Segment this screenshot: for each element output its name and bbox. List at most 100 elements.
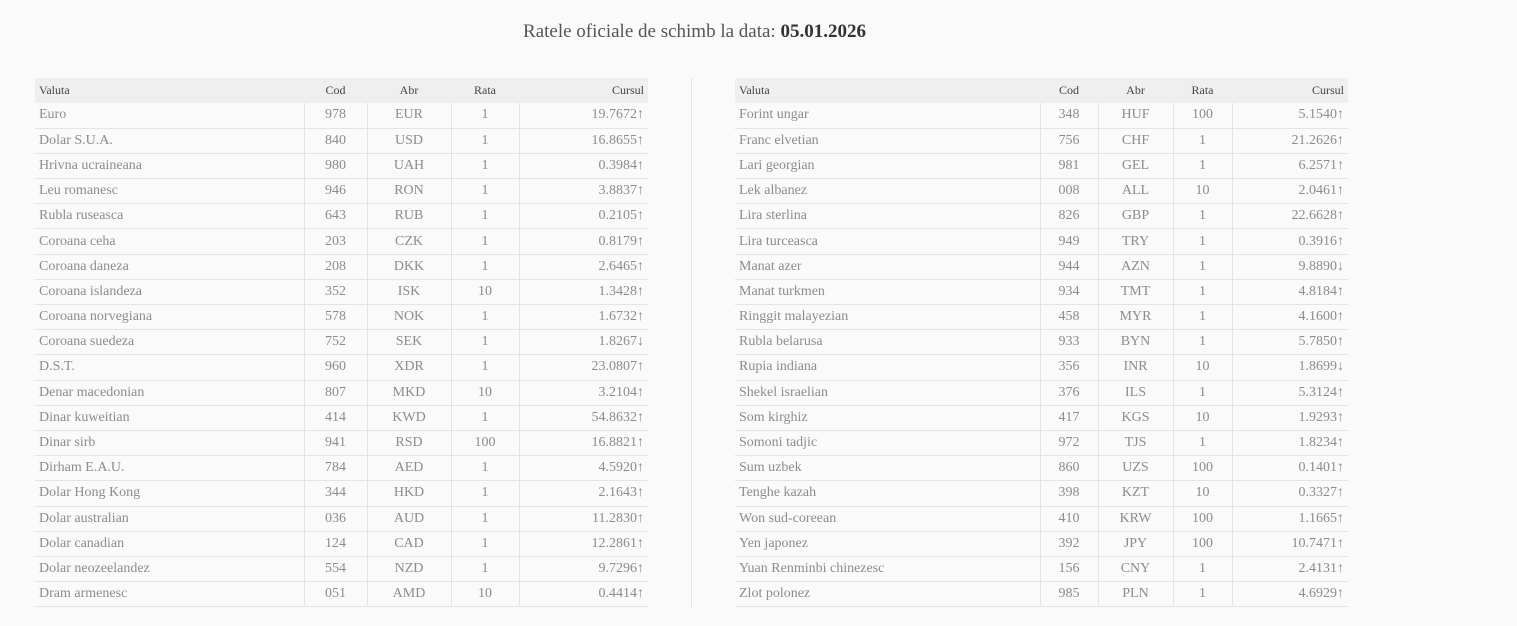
cell-cursul: 54.8632↑ (591, 409, 645, 425)
cell-cod: 752 (304, 329, 368, 355)
cell-abr: RUB (367, 203, 452, 229)
table-row: Sum uzbek 860 UZS 100 0.1401↑ (735, 455, 1348, 481)
cell-rata: 1 (451, 455, 520, 481)
cell-cursul: 9.8890↓ (1298, 258, 1345, 274)
table-header-row: Valuta Cod Abr Rata Cursul (35, 78, 648, 103)
cell-cod: 208 (304, 254, 368, 280)
table-row: Rubla belarusa 933 BYN 1 5.7850↑ (735, 329, 1348, 355)
table-header-row: Valuta Cod Abr Rata Cursul (735, 78, 1348, 103)
cell-rata: 10 (451, 279, 520, 305)
cell-abr: JPY (1098, 531, 1174, 557)
cell-cod: 985 (1040, 581, 1099, 607)
cell-cod: 156 (1040, 556, 1099, 582)
cell-cod: 376 (1040, 380, 1099, 406)
cell-valuta: Lira sterlina (735, 203, 1041, 229)
cell-abr: HKD (367, 480, 452, 506)
cell-cod: 949 (1040, 228, 1099, 255)
cell-rata: 10 (451, 380, 520, 406)
cell-cod: 398 (1040, 480, 1099, 506)
header-rata[interactable]: Rata (1173, 78, 1232, 103)
cell-rata: 1 (1173, 556, 1233, 582)
table-row: Som kirghiz 417 KGS 10 1.9293↑ (735, 405, 1348, 431)
cell-abr: EUR (367, 103, 452, 129)
cell-cod: 051 (304, 581, 368, 607)
title-date: 05.01.2026 (780, 21, 866, 42)
cell-rata: 10 (1173, 480, 1233, 506)
cell-valuta: Dolar neozeelandez (35, 556, 305, 582)
cell-valuta: Som kirghiz (735, 405, 1041, 431)
page: Ratele oficiale de schimb la data: 05.01… (0, 0, 1517, 626)
cell-abr: TRY (1098, 228, 1174, 255)
cell-valuta: Manat turkmen (735, 279, 1041, 305)
header-abr[interactable]: Abr (1098, 78, 1173, 103)
cell-valuta: Manat azer (735, 254, 1041, 280)
cell-abr: SEK (367, 329, 452, 355)
table-row: Dolar neozeelandez 554 NZD 1 9.7296↑ (35, 556, 648, 582)
cell-cursul: 2.4131↑ (1298, 560, 1345, 576)
cell-cursul: 22.6628↑ (1291, 208, 1345, 224)
cell-cursul: 10.7471↑ (1291, 535, 1345, 551)
table-row: Lek albanez 008 ALL 10 2.0461↑ (735, 178, 1348, 204)
cell-cursul: 3.8837↑ (598, 183, 645, 199)
cell-cod: 417 (1040, 405, 1099, 431)
cell-cursul: 9.7296↑ (598, 560, 645, 576)
table-row: Zlot polonez 985 PLN 1 4.6929↑ (735, 581, 1348, 607)
cell-cursul: 16.8655↑ (591, 132, 645, 148)
cell-cursul: 1.6732↑ (598, 309, 645, 325)
cell-abr: HUF (1098, 103, 1174, 129)
page-title: Ratele oficiale de schimb la data: 05.01… (0, 21, 1389, 43)
cell-cursul: 23.0807↑ (591, 359, 645, 375)
header-abr[interactable]: Abr (367, 78, 451, 103)
cell-rata: 1 (1173, 279, 1233, 305)
cell-rata: 1 (451, 329, 520, 355)
cell-cursul: 0.2105↑ (598, 208, 645, 224)
cell-abr: TJS (1098, 430, 1174, 456)
cell-cod: 414 (304, 405, 368, 431)
cell-rata: 1 (451, 228, 520, 255)
cell-rata: 10 (1173, 405, 1233, 431)
cell-valuta: Zlot polonez (735, 581, 1041, 607)
table-row: Denar macedonian 807 MKD 10 3.2104↑ (35, 380, 648, 406)
cell-abr: AZN (1098, 254, 1174, 280)
cell-rata: 100 (1173, 531, 1233, 557)
cell-valuta: Rupia indiana (735, 354, 1041, 381)
cell-valuta: Yen japonez (735, 531, 1041, 557)
cell-cursul: 12.2861↑ (591, 535, 645, 551)
cell-cursul: 0.3984↑ (598, 157, 645, 173)
cell-rata: 1 (451, 531, 520, 557)
table-row: Rubla ruseasca 643 RUB 1 0.2105↑ (35, 203, 648, 229)
table-row: Dirham E.A.U. 784 AED 1 4.5920↑ (35, 455, 648, 481)
cell-cod: 554 (304, 556, 368, 582)
cell-rata: 1 (451, 128, 520, 154)
cell-rata: 1 (451, 178, 520, 204)
column-divider (691, 78, 692, 608)
cell-cursul: 0.3916↑ (1298, 233, 1345, 249)
header-valuta[interactable]: Valuta (35, 78, 304, 103)
cell-abr: KRW (1098, 506, 1174, 532)
cell-rata: 1 (451, 254, 520, 280)
cell-valuta: Lari georgian (735, 153, 1041, 179)
header-cod[interactable]: Cod (1040, 78, 1098, 103)
header-cursul[interactable]: Cursul (519, 78, 648, 103)
header-valuta[interactable]: Valuta (735, 78, 1040, 103)
table-row: Shekel israelian 376 ILS 1 5.3124↑ (735, 380, 1348, 406)
table-row: Yuan Renminbi chinezesc 156 CNY 1 2.4131↑ (735, 556, 1348, 582)
cell-rata: 100 (451, 430, 520, 456)
cell-cod: 972 (1040, 430, 1099, 456)
cell-cod: 981 (1040, 153, 1099, 179)
cell-valuta: Coroana norvegiana (35, 304, 305, 330)
cell-cod: 826 (1040, 203, 1099, 229)
cell-cod: 203 (304, 228, 368, 255)
cell-abr: RSD (367, 430, 452, 456)
cell-valuta: Coroana islandeza (35, 279, 305, 305)
cell-valuta: Forint ungar (735, 103, 1041, 129)
cell-cursul: 4.8184↑ (1298, 283, 1345, 299)
cell-rata: 1 (1173, 153, 1233, 179)
header-cursul[interactable]: Cursul (1232, 78, 1348, 103)
header-rata[interactable]: Rata (451, 78, 519, 103)
header-cod[interactable]: Cod (304, 78, 367, 103)
cell-abr: CHF (1098, 128, 1174, 154)
cell-cod: 124 (304, 531, 368, 557)
cell-abr: INR (1098, 354, 1174, 381)
cell-cod: 807 (304, 380, 368, 406)
